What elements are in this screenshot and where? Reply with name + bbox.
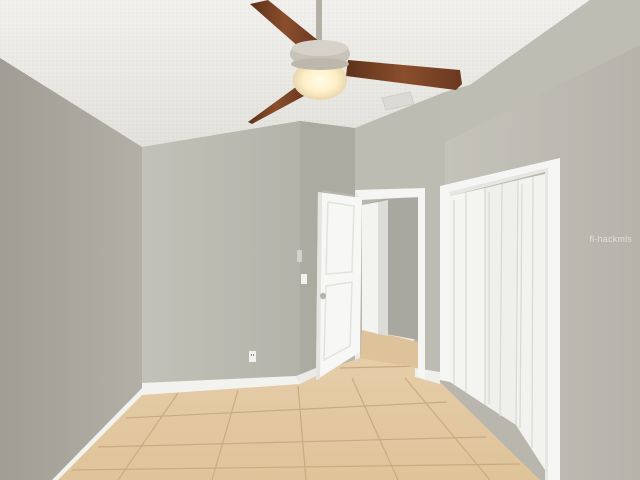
thermostat [297, 250, 302, 262]
bedroom-photo: fl-hackmls [0, 0, 640, 480]
outlet-icon [249, 351, 256, 362]
distant-door [362, 200, 388, 336]
watermark-text: fl-hackmls [589, 234, 632, 244]
door-knob-icon [320, 292, 326, 300]
back-wall [142, 121, 300, 390]
open-door [316, 192, 362, 380]
light-switch [301, 274, 307, 284]
room-illustration [0, 0, 640, 480]
